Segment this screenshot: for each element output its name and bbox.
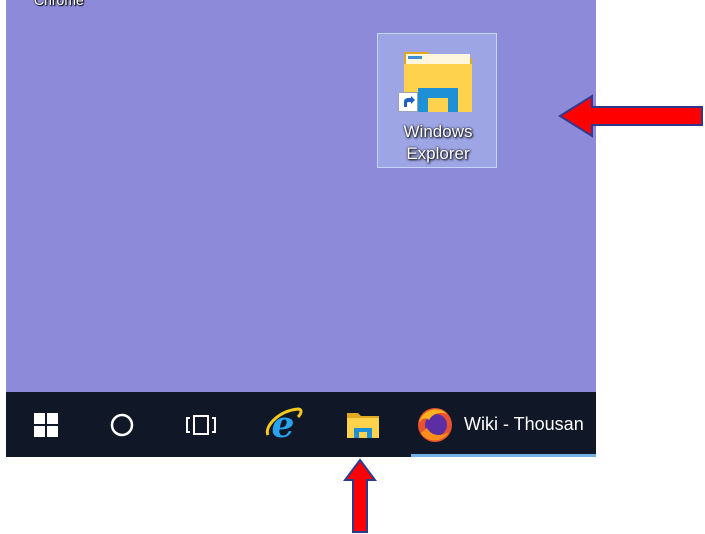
cortana-circle-icon — [110, 413, 134, 436]
task-view-icon — [186, 414, 216, 435]
search-button[interactable] — [102, 392, 142, 457]
shortcut-arrow-icon — [398, 92, 418, 112]
firefox-icon — [418, 407, 452, 442]
internet-explorer-icon: e — [265, 405, 302, 445]
start-button[interactable] — [26, 392, 66, 457]
task-view-button[interactable] — [181, 392, 221, 457]
windows-explorer-desktop-shortcut[interactable]: Windows Explorer — [377, 33, 497, 168]
windows-explorer-label: Windows Explorer — [378, 121, 498, 165]
firefox-window-label: Wiki - Thousan — [464, 414, 584, 434]
folder-icon — [346, 412, 379, 438]
file-explorer-button[interactable] — [340, 392, 385, 457]
internet-explorer-button[interactable]: e — [261, 392, 306, 457]
right-side-arrow-annotation — [558, 94, 703, 138]
partial-desktop-icon-label: Chrome — [34, 0, 84, 8]
label-line-1: Windows — [403, 122, 473, 141]
bottom-arrow-annotation — [343, 458, 377, 533]
desktop: Chrome Windows Explorer — [6, 0, 596, 392]
active-window-indicator — [411, 454, 596, 457]
windows-logo-icon — [34, 412, 58, 437]
firefox-window-button[interactable]: Wiki - Thousan — [416, 392, 606, 457]
taskbar: e Wiki - Thousan — [6, 392, 596, 457]
label-line-2: Explorer — [406, 144, 470, 163]
